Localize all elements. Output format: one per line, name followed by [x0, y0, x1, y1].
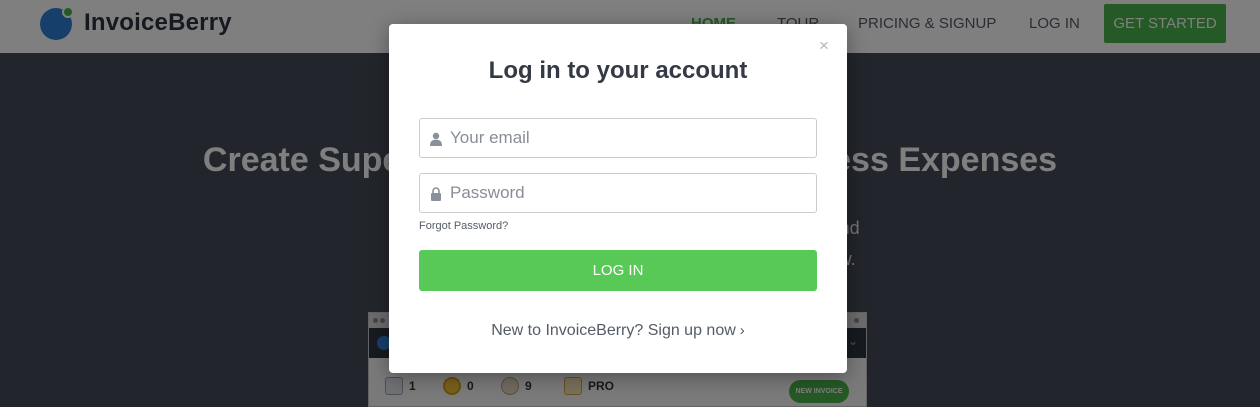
login-modal: × Log in to your account Forgot Password… [389, 24, 847, 373]
chevron-right-icon: › [739, 322, 745, 339]
forgot-password-link[interactable]: Forgot Password? [419, 220, 508, 232]
signup-link[interactable]: New to InvoiceBerry? Sign up now › [389, 322, 847, 340]
password-input[interactable] [450, 174, 810, 212]
user-icon [430, 132, 442, 146]
password-field[interactable] [419, 173, 817, 213]
email-field[interactable] [419, 118, 817, 158]
log-in-button[interactable]: LOG IN [419, 250, 817, 291]
signup-text: New to InvoiceBerry? Sign up now [491, 322, 736, 339]
modal-title: Log in to your account [488, 57, 748, 84]
email-input[interactable] [450, 119, 810, 157]
lock-icon [431, 187, 441, 201]
close-icon[interactable]: × [819, 37, 829, 54]
